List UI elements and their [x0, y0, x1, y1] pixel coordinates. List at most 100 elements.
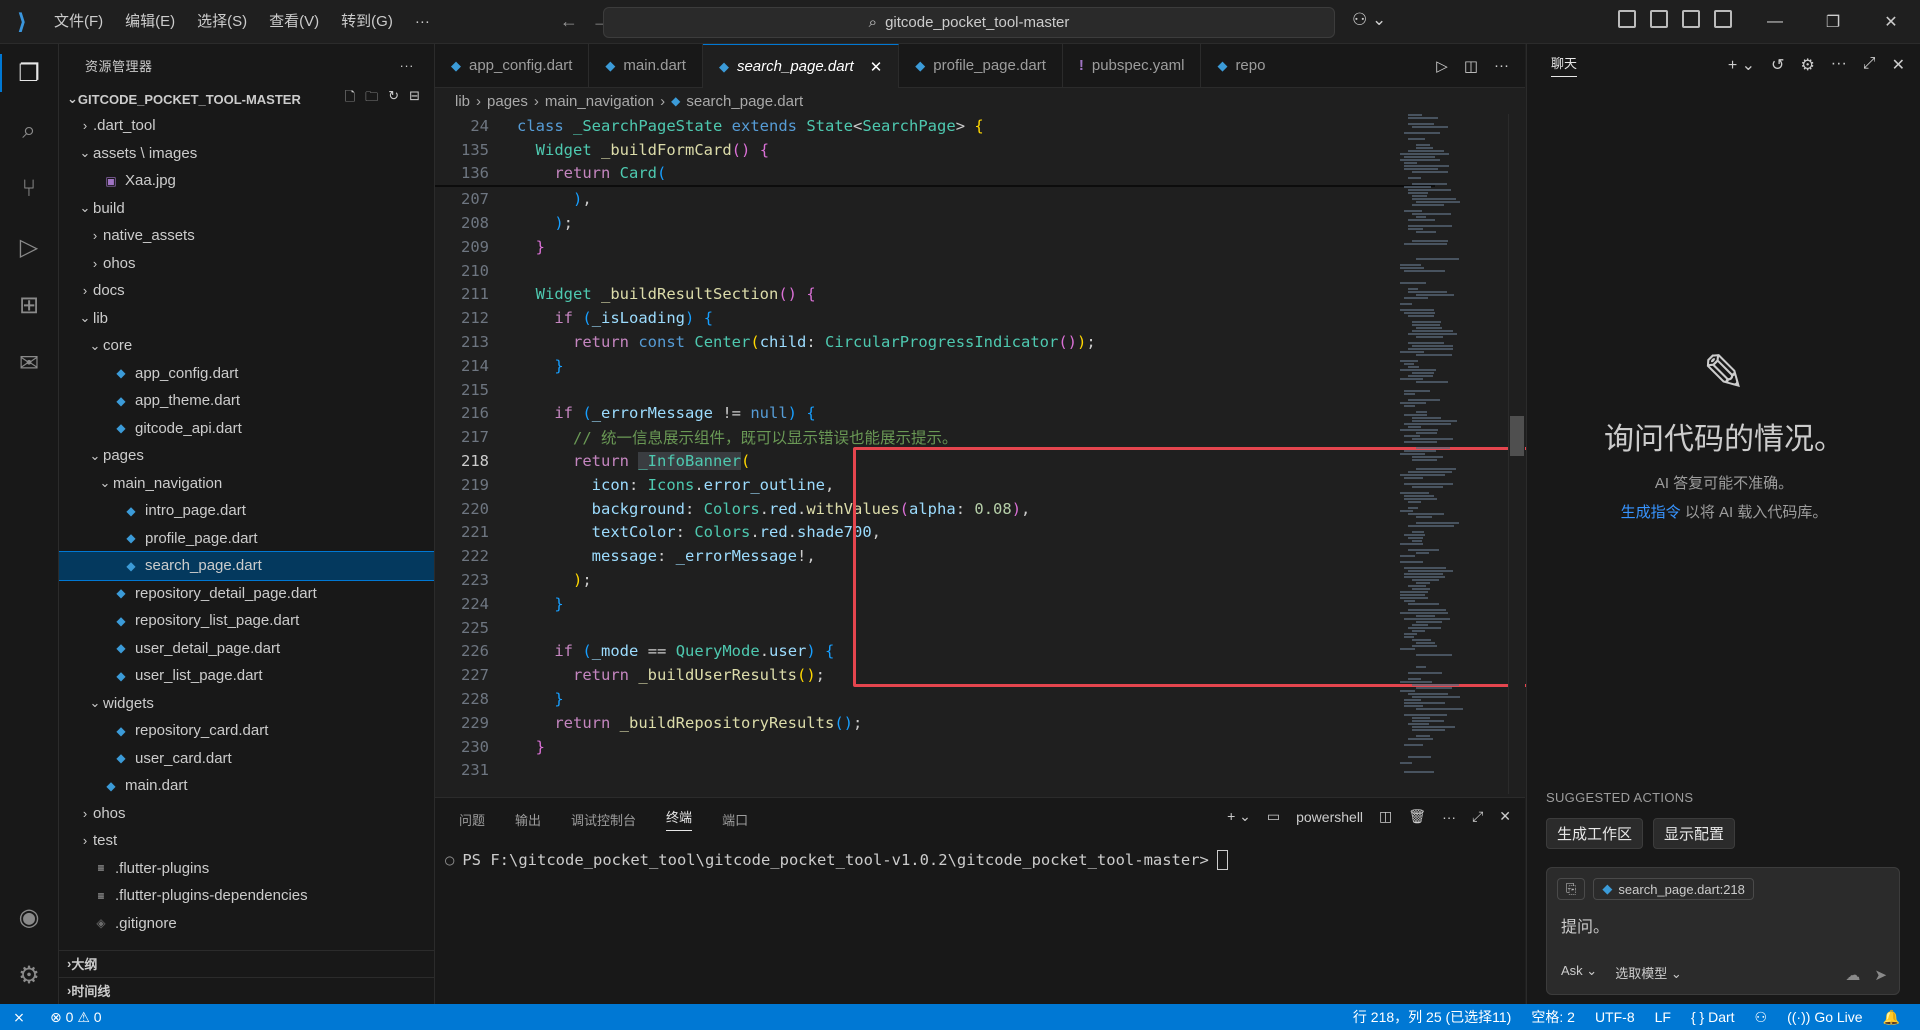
- new-chat-icon[interactable]: + ⌄: [1728, 55, 1755, 75]
- tree-item[interactable]: › ohos: [59, 800, 434, 828]
- chat-input-box[interactable]: ⎘ ◆ search_page.dart:218 提问。 Ask ⌄ 选取模型 ⌄…: [1546, 867, 1900, 995]
- menu-item[interactable]: 文件(F): [44, 0, 113, 43]
- explorer-icon[interactable]: ❐: [0, 44, 58, 102]
- more-actions-icon[interactable]: ···: [400, 58, 415, 73]
- back-arrow-icon[interactable]: ←: [560, 11, 578, 32]
- code-editor[interactable]: 24 class _SearchPageState extends State<S…: [435, 114, 1435, 796]
- tree-item[interactable]: ⌄ core: [59, 332, 434, 360]
- tree-item[interactable]: ◆ gitcode_api.dart: [59, 415, 434, 443]
- tree-item[interactable]: ◆ repository_list_page.dart: [59, 607, 434, 635]
- maximize-chat-icon[interactable]: ⤢: [1863, 55, 1876, 75]
- tree-item[interactable]: ⌄ widgets: [59, 690, 434, 718]
- tree-item[interactable]: ◆ user_card.dart: [59, 745, 434, 773]
- code-line[interactable]: 214 }: [435, 354, 1435, 378]
- tree-item[interactable]: ◆ user_list_page.dart: [59, 662, 434, 690]
- tree-item[interactable]: ◆ user_detail_page.dart: [59, 635, 434, 663]
- run-debug-icon[interactable]: ▷: [0, 218, 58, 276]
- breadcrumb-item[interactable]: search_page.dart: [686, 93, 803, 110]
- code-line[interactable]: 213 return const Center(child: CircularP…: [435, 330, 1435, 354]
- tree-item[interactable]: ⌄ pages: [59, 442, 434, 470]
- copilot-status-icon[interactable]: ⚇: [1755, 1009, 1768, 1026]
- tree-item[interactable]: ◈ .gitignore: [59, 910, 434, 938]
- problems-indicator[interactable]: ⊗ 0 ⚠ 0: [50, 1009, 102, 1026]
- toggle-secondary-sidebar-icon[interactable]: [1714, 10, 1732, 28]
- toggle-primary-sidebar-icon[interactable]: [1650, 10, 1668, 28]
- editor-tab[interactable]: ◆ main.dart: [589, 44, 703, 87]
- code-line[interactable]: 227 return _buildUserResults();: [435, 663, 1435, 687]
- tree-item[interactable]: › ohos: [59, 250, 434, 278]
- code-line[interactable]: 24 class _SearchPageState extends State<S…: [435, 114, 1435, 138]
- tree-item[interactable]: ⌄ lib: [59, 305, 434, 333]
- tree-item[interactable]: ⌄ main_navigation: [59, 470, 434, 498]
- menu-item[interactable]: 编辑(E): [115, 0, 185, 43]
- code-line[interactable]: 220 background: Colors.red.withValues(al…: [435, 497, 1435, 521]
- refresh-icon[interactable]: ↻: [388, 88, 399, 110]
- minimap[interactable]: [1400, 114, 1510, 794]
- model-picker[interactable]: 选取模型 ⌄: [1615, 963, 1682, 982]
- tree-item[interactable]: ◆ app_theme.dart: [59, 387, 434, 415]
- send-icon[interactable]: ➤: [1874, 966, 1887, 984]
- code-line[interactable]: 229 return _buildRepositoryResults();: [435, 711, 1435, 735]
- chat-settings-icon[interactable]: ⚙: [1800, 55, 1814, 75]
- close-panel-icon[interactable]: ✕: [1499, 808, 1511, 825]
- tree-item[interactable]: › native_assets: [59, 222, 434, 250]
- code-line[interactable]: 221 textColor: Colors.red.shade700,: [435, 521, 1435, 545]
- line-ending[interactable]: LF: [1655, 1009, 1671, 1025]
- new-folder-icon[interactable]: 🗀: [365, 88, 378, 110]
- close-tab-icon[interactable]: ✕: [870, 58, 883, 76]
- tree-item[interactable]: ≡ .flutter-plugins-dependencies: [59, 882, 434, 910]
- scrollbar-thumb[interactable]: [1510, 416, 1524, 456]
- chat-title[interactable]: 聊天: [1551, 53, 1578, 77]
- editor-tab[interactable]: ◆ app_config.dart: [435, 44, 590, 87]
- code-line[interactable]: 230 }: [435, 735, 1435, 759]
- code-line[interactable]: 207 ),: [435, 187, 1435, 211]
- code-line[interactable]: 136 return Card(: [435, 161, 1435, 186]
- project-root[interactable]: ⌄ GITCODE_POCKET_TOOL-MASTER 🗋 🗀 ↻ ⊟: [59, 86, 434, 112]
- tree-item[interactable]: ⌄ assets \ images: [59, 140, 434, 168]
- context-chip[interactable]: ◆ search_page.dart:218: [1593, 878, 1754, 900]
- panel-tab[interactable]: 问题: [459, 810, 485, 829]
- maximize-panel-icon[interactable]: ⤢: [1472, 808, 1483, 825]
- new-file-icon[interactable]: 🗋: [345, 88, 355, 110]
- code-line[interactable]: 209 }: [435, 235, 1435, 259]
- account-icon[interactable]: ◉: [0, 888, 58, 946]
- code-line[interactable]: 228 }: [435, 687, 1435, 711]
- code-line[interactable]: 226 if (_mode == QueryMode.user) {: [435, 640, 1435, 664]
- tree-item[interactable]: › docs: [59, 277, 434, 305]
- code-line[interactable]: 218 return _InfoBanner(: [435, 449, 1435, 473]
- menu-item[interactable]: ···: [405, 0, 440, 43]
- menu-item[interactable]: 转到(G): [331, 0, 403, 43]
- tree-item[interactable]: › test: [59, 827, 434, 855]
- toggle-panel-icon[interactable]: [1682, 10, 1700, 28]
- generate-workspace-button[interactable]: 生成工作区: [1546, 818, 1644, 849]
- encoding[interactable]: UTF-8: [1595, 1009, 1635, 1025]
- editor-more-icon[interactable]: ···: [1494, 57, 1509, 74]
- tree-item[interactable]: › .dart_tool: [59, 112, 434, 140]
- code-line[interactable]: 217 // 统一信息展示组件，既可以显示错误也能展示提示。: [435, 425, 1435, 449]
- tree-item[interactable]: ▣ Xaa.jpg: [59, 167, 434, 195]
- tree-item[interactable]: ◆ repository_card.dart: [59, 717, 434, 745]
- kill-terminal-icon[interactable]: 🗑: [1408, 808, 1426, 825]
- editor-tab[interactable]: ! pubspec.yaml: [1063, 44, 1202, 87]
- tree-item[interactable]: ◆ main.dart: [59, 772, 434, 800]
- code-line[interactable]: 222 message: _errorMessage!,: [435, 544, 1435, 568]
- split-editor-icon[interactable]: ◫: [1464, 57, 1478, 75]
- split-terminal-icon[interactable]: ◫: [1379, 808, 1392, 825]
- code-line[interactable]: 219 icon: Icons.error_outline,: [435, 473, 1435, 497]
- panel-tab[interactable]: 终端: [666, 807, 693, 831]
- new-terminal-icon[interactable]: + ⌄: [1227, 808, 1251, 825]
- code-line[interactable]: 216 if (_errorMessage != null) {: [435, 402, 1435, 426]
- customize-layout-icon[interactable]: [1618, 10, 1636, 28]
- breadcrumb-item[interactable]: main_navigation: [545, 93, 654, 110]
- indentation[interactable]: 空格: 2: [1531, 1007, 1575, 1027]
- breadcrumb-item[interactable]: lib: [455, 93, 470, 110]
- panel-more-icon[interactable]: ···: [1442, 809, 1456, 825]
- panel-tab[interactable]: 调试控制台: [571, 810, 636, 829]
- cursor-position[interactable]: 行 218，列 25 (已选择11): [1353, 1007, 1511, 1027]
- tree-item[interactable]: ◆ profile_page.dart: [59, 525, 434, 553]
- code-line[interactable]: 225: [435, 616, 1435, 640]
- outline-section[interactable]: › 大纲: [59, 950, 434, 976]
- breadcrumb-item[interactable]: pages: [487, 93, 528, 110]
- source-control-icon[interactable]: ⑂: [0, 160, 58, 218]
- menu-item[interactable]: 查看(V): [259, 0, 329, 43]
